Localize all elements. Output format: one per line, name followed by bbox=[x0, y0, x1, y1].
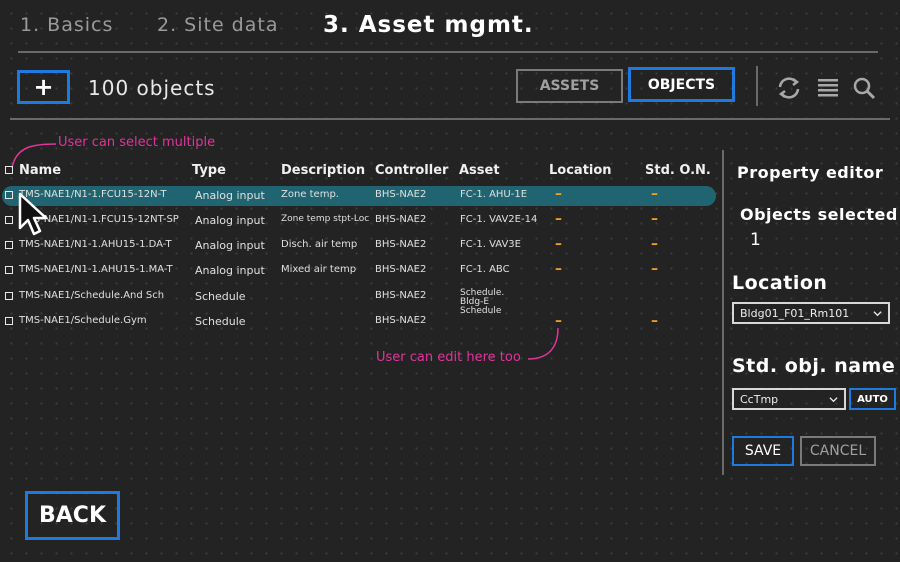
row-checkbox[interactable] bbox=[5, 191, 13, 199]
cell-description: Zone temp stpt-Loc bbox=[281, 214, 370, 224]
step-basics[interactable]: 1. Basics bbox=[20, 14, 113, 36]
back-button[interactable]: BACK bbox=[25, 491, 120, 540]
row-checkbox[interactable] bbox=[5, 241, 13, 249]
cell-description: Mixed air temp bbox=[281, 264, 357, 275]
list-icon[interactable] bbox=[814, 74, 842, 102]
cell-type: Analog input bbox=[195, 239, 265, 252]
table-row[interactable]: TMS-NAE1/N1-1.FCU15-12NT-SP Analog input… bbox=[2, 211, 716, 231]
property-editor-divider bbox=[722, 150, 724, 475]
cell-controller: BHS-NAE2 bbox=[375, 290, 427, 301]
row-checkbox[interactable] bbox=[5, 266, 13, 274]
toolbar-divider bbox=[756, 66, 758, 106]
column-header-name[interactable]: Name bbox=[19, 163, 61, 178]
mouse-cursor-icon bbox=[18, 192, 48, 236]
chevron-down-icon bbox=[873, 310, 882, 316]
cell-controller: BHS-NAE2 bbox=[375, 264, 427, 275]
header-divider bbox=[18, 51, 878, 53]
cell-std-on[interactable]: – bbox=[651, 236, 658, 252]
table-row[interactable]: TMS-NAE1/Schedule.Gym Schedule BHS-NAE2 … bbox=[2, 312, 716, 332]
row-checkbox[interactable] bbox=[5, 216, 13, 224]
cell-std-on[interactable]: – bbox=[651, 261, 658, 277]
cell-type: Schedule bbox=[195, 290, 246, 303]
cancel-button[interactable]: CANCEL bbox=[800, 436, 876, 466]
column-header-description[interactable]: Description bbox=[281, 163, 365, 178]
cell-controller: BHS-NAE2 bbox=[375, 214, 427, 225]
select-all-checkbox[interactable] bbox=[5, 166, 13, 174]
cell-description: Disch. air temp bbox=[281, 239, 358, 250]
column-header-std-on[interactable]: Std. O.N. bbox=[645, 163, 711, 178]
location-dropdown[interactable]: Bldg01_F01_Rm101 bbox=[732, 302, 890, 324]
cell-asset: FC-1. VAV3E bbox=[460, 239, 521, 250]
cell-type: Analog input bbox=[195, 189, 265, 202]
cell-type: Analog input bbox=[195, 214, 265, 227]
table-row[interactable]: TMS-NAE1/N1-1.AHU15-1.MA-T Analog input … bbox=[2, 261, 716, 281]
cell-name: TMS-NAE1/Schedule.Gym bbox=[19, 315, 147, 326]
table-row[interactable]: TMS-NAE1/Schedule.And Sch Schedule BHS-N… bbox=[2, 287, 716, 316]
location-label: Location bbox=[732, 272, 828, 294]
cell-type: Analog input bbox=[195, 264, 265, 277]
search-icon[interactable] bbox=[850, 74, 878, 102]
cell-asset: FC-1. VAV2E-14 bbox=[460, 214, 538, 225]
column-header-location[interactable]: Location bbox=[549, 163, 612, 178]
column-header-controller[interactable]: Controller bbox=[375, 163, 448, 178]
cell-location[interactable]: – bbox=[555, 211, 562, 227]
cell-asset: FC-1. ABC bbox=[460, 264, 510, 275]
column-header-asset[interactable]: Asset bbox=[459, 163, 500, 178]
cell-controller: BHS-NAE2 bbox=[375, 189, 427, 200]
annotation-arrow-edit bbox=[527, 327, 559, 360]
step-site-data[interactable]: 2. Site data bbox=[157, 14, 278, 36]
objects-selected-label: Objects selected bbox=[740, 205, 898, 224]
cell-type: Schedule bbox=[195, 315, 246, 328]
cell-std-on[interactable]: – bbox=[651, 211, 658, 227]
row-checkbox[interactable] bbox=[5, 317, 13, 325]
property-editor-title: Property editor bbox=[737, 163, 884, 182]
column-header-type[interactable]: Type bbox=[192, 163, 226, 178]
cell-std-on[interactable]: – bbox=[651, 313, 658, 329]
cell-name: TMS-NAE1/Schedule.And Sch bbox=[19, 290, 165, 301]
step-asset-mgmt[interactable]: 3. Asset mgmt. bbox=[323, 12, 534, 38]
std-obj-name-value: CcTmp bbox=[740, 392, 779, 406]
auto-button[interactable]: AUTO bbox=[849, 388, 896, 410]
std-obj-name-dropdown[interactable]: CcTmp bbox=[732, 388, 846, 410]
annotation-edit-here: User can edit here too bbox=[376, 350, 521, 365]
objects-selected-count: 1 bbox=[750, 230, 762, 250]
cell-controller: BHS-NAE2 bbox=[375, 315, 427, 326]
cell-controller: BHS-NAE2 bbox=[375, 239, 427, 250]
std-obj-name-label: Std. obj. name bbox=[732, 355, 896, 377]
refresh-icon[interactable] bbox=[775, 74, 803, 102]
toolbar-divider-bottom bbox=[10, 118, 890, 120]
cell-name: TMS-NAE1/N1-1.AHU15-1.DA-T bbox=[19, 239, 172, 250]
cell-location[interactable]: – bbox=[555, 236, 562, 252]
annotation-select-multiple: User can select multiple bbox=[58, 135, 216, 150]
cell-std-on[interactable]: – bbox=[651, 186, 658, 202]
table-row[interactable]: TMS-NAE1/N1-1.AHU15-1.DA-T Analog input … bbox=[2, 236, 716, 256]
add-button[interactable]: + bbox=[17, 70, 70, 104]
cell-asset: FC-1. AHU-1E bbox=[460, 189, 528, 200]
cell-location[interactable]: – bbox=[555, 186, 562, 202]
objects-tab[interactable]: OBJECTS bbox=[628, 67, 735, 102]
cell-name: TMS-NAE1/N1-1.AHU15-1.MA-T bbox=[19, 264, 173, 275]
object-count: 100 objects bbox=[88, 76, 216, 100]
row-checkbox[interactable] bbox=[5, 292, 13, 300]
assets-tab[interactable]: ASSETS bbox=[516, 69, 623, 103]
chevron-down-icon bbox=[829, 396, 838, 402]
save-button[interactable]: SAVE bbox=[732, 436, 794, 466]
cell-location[interactable]: – bbox=[555, 261, 562, 277]
table-row[interactable]: TMS-NAE1/N1-1.FCU15-12N-T Analog input Z… bbox=[2, 186, 716, 206]
cell-description: Zone temp. bbox=[281, 189, 339, 200]
location-value: Bldg01_F01_Rm101 bbox=[740, 306, 850, 320]
